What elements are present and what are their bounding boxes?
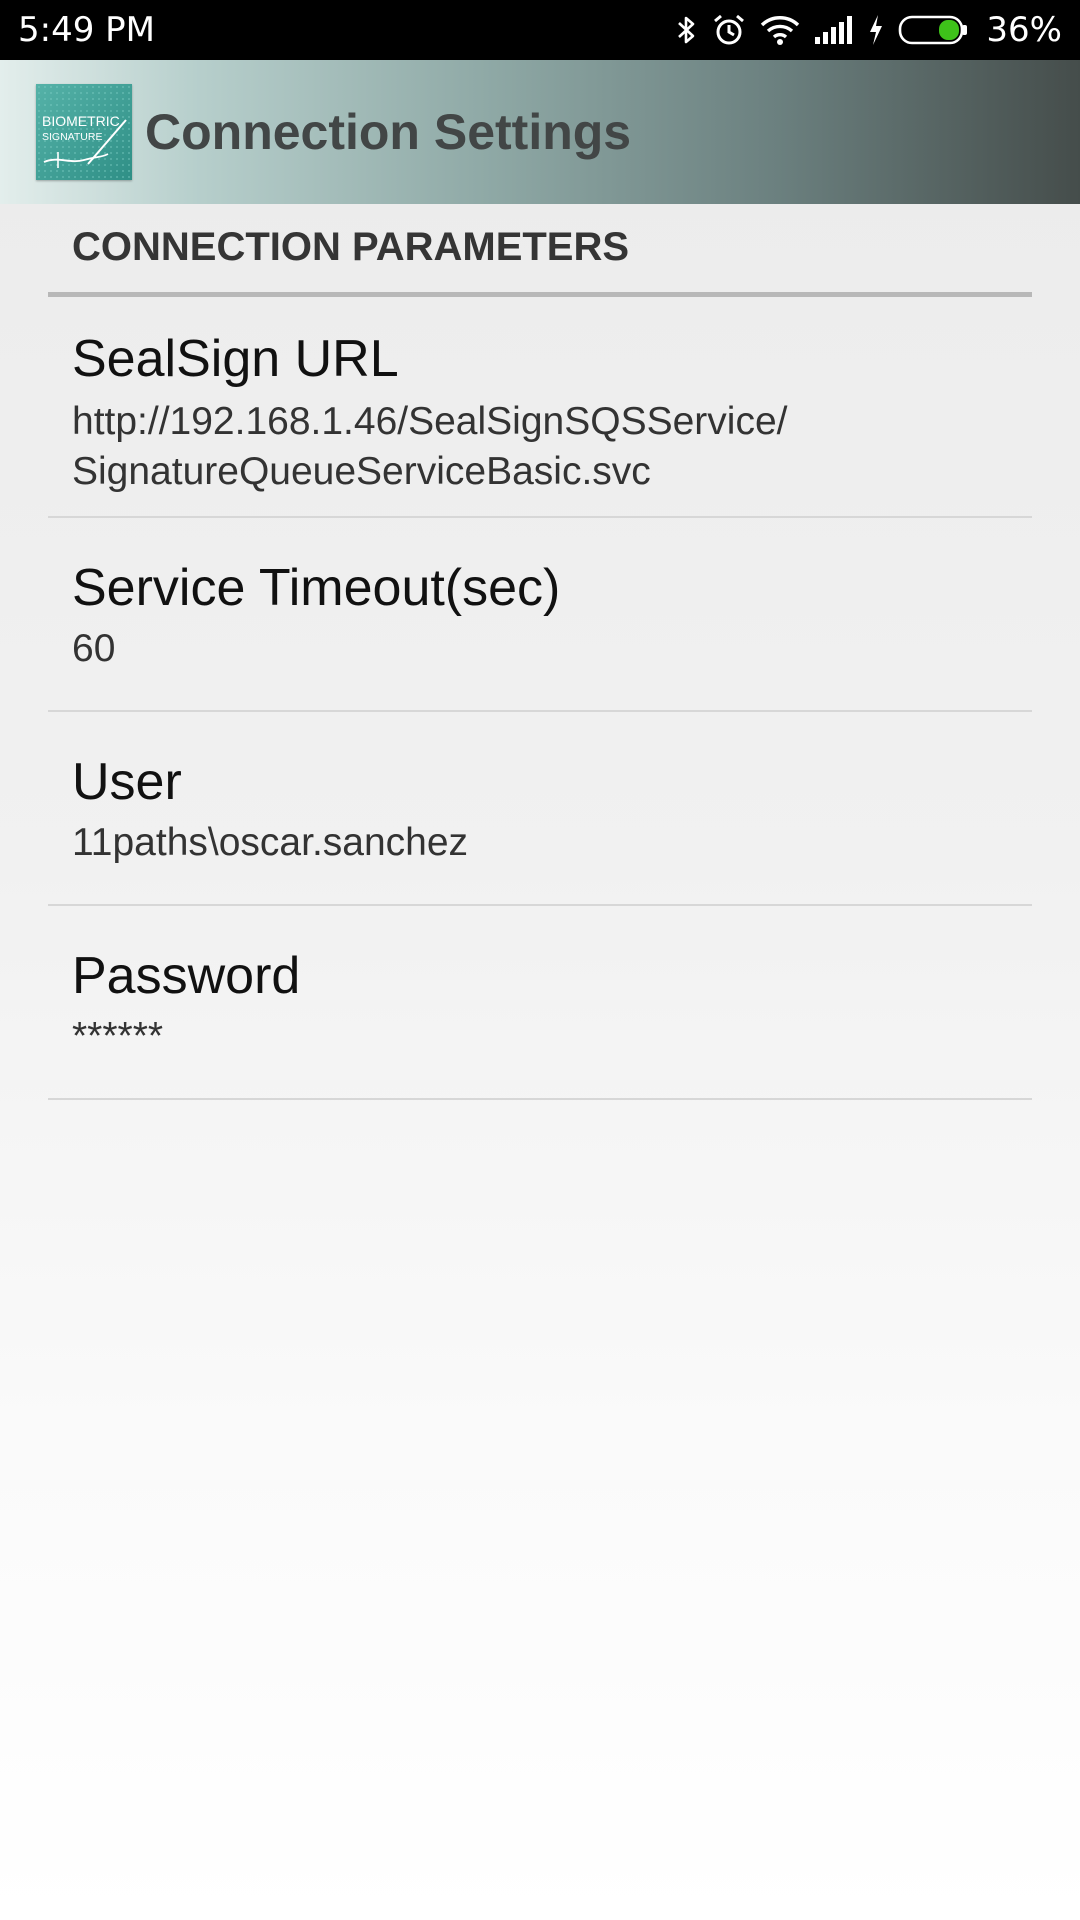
pref-summary: 60 [72, 627, 116, 670]
wifi-icon [760, 14, 800, 46]
logo-text-line1: BIOMETRIC [42, 113, 120, 129]
status-bar: 5:49 PM 36% [0, 0, 1080, 60]
page-title: Connection Settings [145, 104, 632, 160]
pref-title: SealSign URL [72, 330, 399, 388]
pref-user[interactable]: User 11paths\oscar.sanchez [48, 712, 1032, 906]
category-header: CONNECTION PARAMETERS [72, 225, 630, 269]
pref-sealsign-url[interactable]: SealSign URL http://192.168.1.46/SealSig… [48, 297, 1032, 518]
pref-title: User [72, 753, 182, 811]
app-logo: BIOMETRIC SIGNATURE [36, 84, 132, 180]
signal-icon [814, 15, 854, 45]
pref-service-timeout[interactable]: Service Timeout(sec) 60 [48, 518, 1032, 712]
pref-summary: 11paths\oscar.sanchez [72, 821, 469, 864]
pref-summary: ****** [72, 1015, 164, 1058]
bluetooth-icon [676, 14, 698, 46]
pref-password[interactable]: Password ****** [48, 906, 1032, 1100]
pref-title: Password [72, 947, 301, 1005]
pref-summary: http://192.168.1.46/SealSignSQSService/ … [72, 400, 788, 493]
pref-title: Service Timeout(sec) [72, 559, 561, 617]
status-time: 5:49 PM [18, 10, 155, 50]
battery-percent: 36% [986, 10, 1062, 50]
charging-icon [868, 14, 884, 46]
logo-text-line2: SIGNATURE [42, 131, 102, 143]
action-bar: BIOMETRIC SIGNATURE Connection Settings [0, 60, 1080, 204]
battery-icon [898, 15, 970, 45]
status-icons: 36% [676, 8, 1062, 52]
alarm-icon [712, 13, 746, 47]
